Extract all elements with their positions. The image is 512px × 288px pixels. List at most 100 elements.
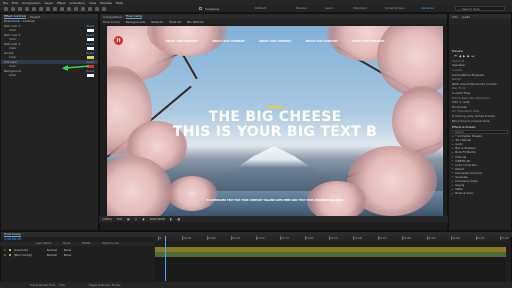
workspace-standard[interactable]: Standard (353, 6, 367, 10)
layer-mode[interactable]: Normal (47, 248, 61, 252)
rotate-tool-icon[interactable] (32, 6, 36, 11)
menu-layer[interactable]: Layer (45, 1, 53, 5)
tab-effect-controls[interactable]: Effect Controls (4, 14, 26, 19)
home-icon[interactable] (4, 6, 8, 11)
snapping-label: Snapping (205, 6, 220, 11)
breadcrumb-item[interactable]: Backgrounds (126, 20, 145, 24)
tab-project[interactable]: Project (30, 15, 40, 19)
color-swatch[interactable] (87, 74, 94, 77)
resolution-dropdown[interactable]: Full (117, 217, 122, 221)
menu-view[interactable]: View (89, 1, 96, 5)
toggle-transparency-icon[interactable]: ▩ (178, 217, 181, 221)
reset-link[interactable]: Reset (86, 33, 94, 37)
breadcrumb-item[interactable]: Slide 01 (151, 20, 163, 24)
ec-label: Color (9, 46, 17, 51)
workspace-learn[interactable]: Learn (325, 6, 333, 10)
roto-brush-tool-icon[interactable] (95, 6, 99, 11)
composition-viewer[interactable]: H ABOUT OUR COMPANY ABOUT OUR COMPANY AB… (107, 26, 443, 216)
toggle-switches-modes[interactable]: Toggle Switches / Modes (89, 284, 121, 287)
menu-effect[interactable]: Effect (57, 1, 66, 5)
color-swatch[interactable] (87, 56, 94, 59)
ruler-tick-label: 00:15f (183, 237, 192, 240)
effect-controls-panel: Effect Controls Project Final Comp • Con… (0, 13, 99, 231)
color-swatch[interactable] (87, 29, 94, 32)
menu-window[interactable]: Window (100, 1, 112, 5)
type-tool-icon[interactable] (67, 6, 71, 11)
play-icon[interactable]: ▶ (463, 54, 465, 58)
layer-name[interactable]: [Controls] (14, 248, 44, 252)
ruler-tick (475, 236, 477, 240)
label-color-icon[interactable] (8, 248, 11, 251)
frame-rate-value[interactable]: (30) (452, 100, 458, 104)
last-frame-icon[interactable]: ⏭ (472, 54, 475, 58)
playhead[interactable] (165, 236, 166, 281)
reset-link[interactable]: Reset (86, 51, 94, 55)
skip-value[interactable]: 0 (460, 100, 462, 104)
next-frame-icon[interactable]: ▶ (467, 54, 469, 58)
layer-parent[interactable]: None (64, 248, 71, 252)
camera-icon[interactable]: ◉ (142, 217, 144, 221)
zoom-dropdown[interactable]: (100%) (102, 217, 112, 221)
brush-tool-icon[interactable] (74, 6, 78, 11)
layer-columns-header: Layer Name Mode TrkMat Parent & Link (0, 242, 155, 246)
timecode-display[interactable]: 0;00;00;00 (150, 217, 165, 221)
expand-arrow-icon: ▸ (452, 183, 454, 187)
expand-arrow-icon: ▸ (452, 138, 454, 142)
expand-arrow-icon: ▸ (452, 159, 454, 163)
camera-tool-icon[interactable] (39, 6, 43, 11)
label-color-icon[interactable] (8, 253, 11, 256)
pan-behind-tool-icon[interactable] (46, 6, 50, 11)
ruler-tick (500, 236, 501, 240)
workspace-libraries[interactable]: Libraries (421, 6, 434, 10)
hand-tool-icon[interactable] (18, 6, 22, 11)
menu-composition[interactable]: Composition (22, 1, 41, 5)
column-parent[interactable]: Parent & Link (102, 242, 119, 246)
shape-tool-icon[interactable] (53, 6, 57, 11)
accent-bar (267, 106, 283, 108)
menu-edit[interactable]: Edit (12, 1, 18, 5)
first-frame-icon[interactable]: ⏮ (454, 54, 457, 58)
reset-link[interactable]: Reset (86, 42, 94, 46)
color-swatch[interactable] (87, 47, 94, 50)
selection-tool-icon[interactable] (11, 6, 15, 11)
timeline-empty-area[interactable] (155, 257, 506, 281)
eraser-tool-icon[interactable] (88, 6, 92, 11)
snapping-checkbox[interactable] (199, 7, 202, 10)
column-layer-name[interactable]: Layer Name (36, 242, 51, 246)
color-swatch[interactable] (87, 38, 94, 41)
menu-help[interactable]: Help (116, 1, 123, 5)
workspace-small-screen[interactable]: Small Screen (385, 6, 405, 10)
menu-file[interactable]: File (3, 1, 8, 5)
puppet-tool-icon[interactable] (102, 6, 106, 11)
tab-final-comp[interactable]: Final Comp (125, 14, 143, 19)
mask-icon[interactable]: ◫ (135, 217, 138, 221)
timeline-timecode[interactable]: 0;00;00;00 (4, 237, 21, 241)
timeline-layer-row[interactable]: 2 [Main Comp] Normal None (0, 252, 150, 257)
reset-link[interactable]: Reset (86, 24, 94, 28)
breadcrumb-item[interactable]: BG Texture (187, 20, 203, 24)
effect-category[interactable]: ▸ Noise & Grain (449, 191, 511, 195)
channel-icon[interactable]: ◐ (170, 217, 172, 221)
workspace-review[interactable]: Review (296, 6, 307, 10)
tab-info[interactable]: Info (452, 15, 458, 19)
layer-name[interactable]: [Main Comp] (14, 253, 44, 257)
resolution-value[interactable]: Auto (463, 100, 470, 104)
move-time-checkbox[interactable]: Move time to preview time (449, 118, 511, 123)
workspace-default[interactable]: Default (255, 6, 266, 10)
tab-composition[interactable]: Composition (103, 15, 122, 19)
grid-icon[interactable]: ▦ (127, 217, 130, 221)
layer-parent[interactable]: None (64, 253, 71, 257)
layer-mode[interactable]: Normal (47, 253, 61, 257)
breadcrumb-item[interactable]: Final Comp (103, 20, 120, 24)
pen-tool-icon[interactable] (60, 6, 64, 11)
tab-audio[interactable]: Audio (462, 15, 471, 19)
column-mode[interactable]: Mode (63, 242, 70, 246)
clone-stamp-tool-icon[interactable] (81, 6, 85, 11)
search-help-field[interactable]: ⌕ Search Help (455, 6, 505, 11)
prev-frame-icon[interactable]: ◀ (459, 54, 461, 58)
expand-arrow-icon: ▸ (452, 155, 454, 159)
menu-animation[interactable]: Animation (70, 1, 85, 5)
zoom-tool-icon[interactable] (25, 6, 29, 11)
breadcrumb-item[interactable]: Slide 02 (169, 20, 181, 24)
column-trkmat[interactable]: TrkMat (82, 242, 90, 246)
